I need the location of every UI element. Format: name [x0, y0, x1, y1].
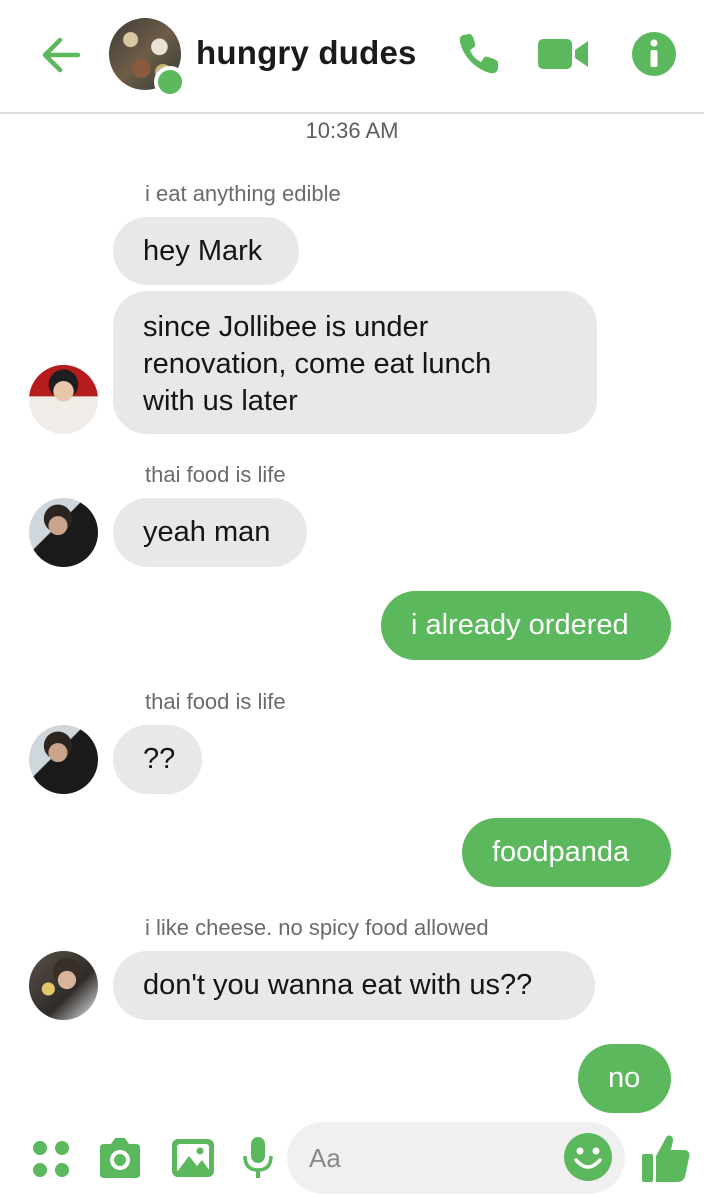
message-line: renovation, come eat lunch — [143, 348, 492, 380]
incoming-message-bubble[interactable]: since Jollibee is under renovation, come… — [113, 291, 597, 434]
outgoing-message-bubble[interactable]: i already ordered — [381, 591, 671, 660]
video-camera-icon[interactable] — [537, 30, 589, 78]
chat-header: hungry dudes — [0, 0, 704, 114]
message-line: with us later — [143, 385, 298, 417]
emoji-icon[interactable] — [563, 1132, 613, 1182]
sender-nickname: thai food is life — [145, 462, 286, 487]
outgoing-message-bubble[interactable]: no — [578, 1044, 671, 1113]
sender-avatar[interactable] — [29, 498, 98, 567]
online-status-dot — [154, 66, 186, 98]
outgoing-message-bubble[interactable]: foodpanda — [462, 818, 671, 887]
camera-icon[interactable] — [96, 1134, 144, 1182]
sender-avatar[interactable] — [29, 365, 98, 434]
conversation-title[interactable]: hungry dudes — [196, 34, 417, 72]
info-icon[interactable] — [630, 30, 678, 78]
sender-nickname: i like cheese. no spicy food allowed — [145, 915, 489, 940]
microphone-icon[interactable] — [234, 1134, 282, 1182]
message-timestamp: 10:36 AM — [305, 118, 399, 143]
image-icon[interactable] — [169, 1134, 217, 1182]
message-composer: Aa — [0, 1118, 704, 1200]
sender-nickname: i eat anything edible — [145, 181, 341, 206]
incoming-message-bubble[interactable]: yeah man — [113, 498, 307, 567]
sender-avatar[interactable] — [29, 951, 98, 1020]
sender-nickname: thai food is life — [145, 689, 286, 714]
thumbs-up-icon[interactable] — [640, 1130, 692, 1184]
incoming-message-bubble[interactable]: don't you wanna eat with us?? — [113, 951, 595, 1020]
incoming-message-bubble[interactable]: ?? — [113, 725, 202, 794]
apps-icon[interactable] — [28, 1134, 76, 1182]
message-line: since Jollibee is under — [143, 311, 429, 343]
sender-avatar[interactable] — [29, 725, 98, 794]
arrow-left-icon[interactable] — [38, 32, 84, 78]
incoming-message-bubble[interactable]: hey Mark — [113, 217, 299, 285]
phone-icon[interactable] — [455, 30, 503, 78]
